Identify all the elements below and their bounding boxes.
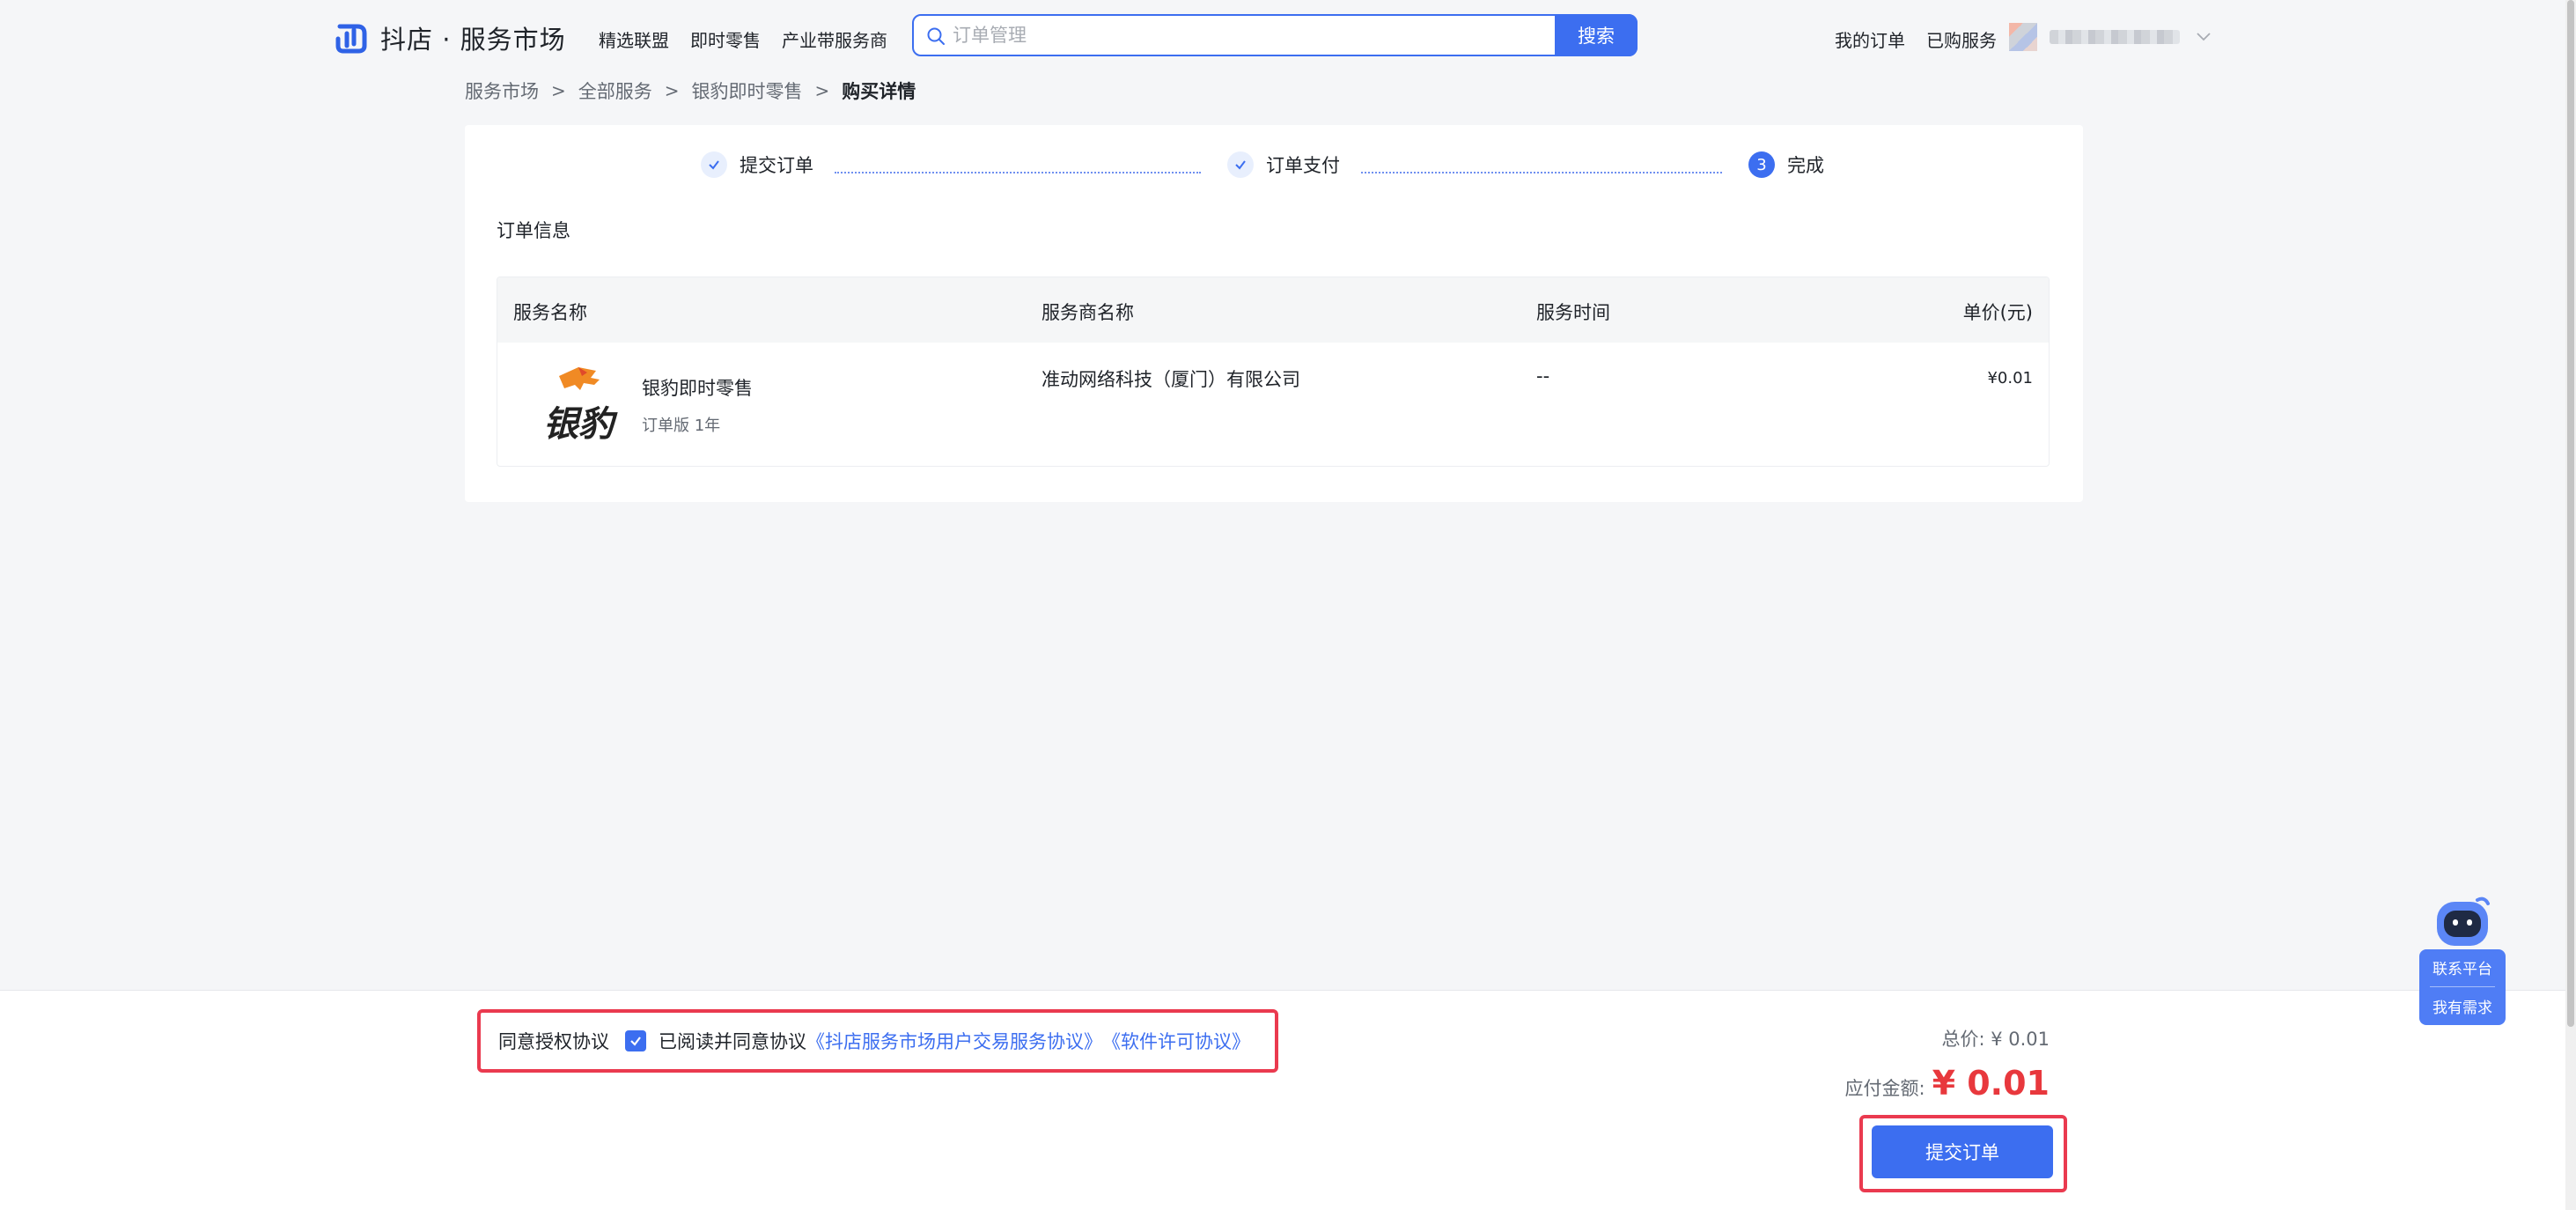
- doudian-logo[interactable]: 抖店 · 服务市场: [335, 19, 566, 56]
- breadcrumb-separator: >: [814, 80, 830, 101]
- breadcrumb-current: 购买详情: [842, 81, 916, 102]
- software-license-link[interactable]: 《软件许可协议》: [1102, 1028, 1250, 1054]
- search-button[interactable]: 搜索: [1555, 14, 1638, 56]
- header-right-links: 我的订单 已购服务: [1835, 26, 1997, 52]
- submit-order-button[interactable]: 提交订单: [1872, 1125, 2053, 1178]
- search-input[interactable]: [953, 16, 1586, 55]
- breadcrumb-separator: >: [664, 80, 680, 101]
- top-nav: 精选联盟 即时零售 产业带服务商: [599, 26, 887, 52]
- doudian-logo-icon: [335, 24, 367, 54]
- order-card: 提交订单 订单支付 3 完成 订单信息 服务名称 服务商名称 服务时间 单价(元…: [465, 125, 2083, 502]
- step-label: 完成: [1787, 155, 1824, 176]
- nav-instant-retail[interactable]: 即时零售: [690, 26, 761, 52]
- checkout-bar: [0, 990, 2565, 1210]
- agreement-section: 同意授权协议 已阅读并同意协议 《抖店服务市场用户交易服务协议》 《软件许可协议…: [477, 1009, 1278, 1073]
- order-table: 服务名称 服务商名称 服务时间 单价(元) 银豹 银豹即时零售 订单版 1年 准…: [497, 277, 2050, 467]
- search-icon: [927, 27, 945, 45]
- payable-label: 应付金额:: [1844, 1078, 1925, 1099]
- check-icon: [701, 151, 727, 178]
- nav-industry-provider[interactable]: 产业带服务商: [782, 26, 887, 52]
- scrollbar-thumb[interactable]: [2567, 0, 2574, 1027]
- chevron-down-icon[interactable]: [2196, 30, 2212, 42]
- column-service-name: 服务名称: [513, 302, 587, 323]
- user-name-redacted[interactable]: [2050, 30, 2180, 44]
- service-edition: 订单版 1年: [642, 417, 721, 435]
- step-connector: [835, 172, 1201, 173]
- search-box: [912, 14, 1638, 56]
- column-unit-price: 单价(元): [1962, 302, 2033, 323]
- step-connector: [1361, 172, 1722, 173]
- service-name: 银豹即时零售: [642, 378, 753, 399]
- check-icon: [1227, 151, 1254, 178]
- nav-selected-alliance[interactable]: 精选联盟: [599, 26, 669, 52]
- assistant-panel: 联系平台 我有需求: [2419, 949, 2506, 1025]
- check-icon: [630, 1037, 641, 1046]
- step-order-payment: 订单支付: [1227, 151, 1340, 178]
- step-label: 提交订单: [740, 155, 813, 176]
- column-vendor: 服务商名称: [1041, 302, 1134, 323]
- vendor-name: 准动网络科技（厦门）有限公司: [1041, 369, 1300, 390]
- user-trade-agreement-link[interactable]: 《抖店服务市场用户交易服务协议》: [806, 1028, 1102, 1054]
- avatar[interactable]: [2009, 23, 2037, 51]
- agreement-checkbox[interactable]: [625, 1030, 646, 1051]
- step-label: 订单支付: [1266, 155, 1340, 176]
- purchased-services-link[interactable]: 已购服务: [1926, 26, 1997, 52]
- top-header: 抖店 · 服务市场 精选联盟 即时零售 产业带服务商 搜索 我的订单 已购服务: [0, 0, 2576, 74]
- table-header: 服务名称 服务商名称 服务时间 单价(元): [497, 277, 2049, 343]
- service-time: --: [1536, 365, 1550, 387]
- assistant-divider: [2430, 986, 2495, 987]
- step-number: 3: [1748, 151, 1775, 178]
- breadcrumb-separator: >: [551, 80, 566, 101]
- robot-assistant-icon[interactable]: [2432, 895, 2493, 951]
- payable-amount: ¥ 0.01: [1932, 1064, 2050, 1103]
- section-title: 订单信息: [497, 220, 570, 241]
- agreement-text: 已阅读并同意协议: [659, 1031, 806, 1052]
- breadcrumb-all-services[interactable]: 全部服务: [578, 77, 652, 104]
- yinbao-logo: 银豹: [543, 367, 618, 445]
- contact-platform-button[interactable]: 联系平台: [2419, 956, 2506, 978]
- breadcrumb-yinbao-retail[interactable]: 银豹即时零售: [692, 77, 803, 104]
- breadcrumb-service-market[interactable]: 服务市场: [465, 77, 539, 104]
- breadcrumb: 服务市场 > 全部服务 > 银豹即时零售 > 购买详情: [465, 77, 916, 104]
- agreement-title: 同意授权协议: [498, 1031, 609, 1052]
- total-price: 总价: ¥ 0.01: [1941, 1029, 2050, 1050]
- my-needs-button[interactable]: 我有需求: [2419, 995, 2506, 1017]
- unit-price: ¥0.01: [1987, 369, 2033, 387]
- step-complete: 3 完成: [1748, 151, 1824, 178]
- my-orders-link[interactable]: 我的订单: [1835, 26, 1905, 52]
- svg-text:银豹: 银豹: [543, 404, 618, 445]
- payable-amount-row: 应付金额: ¥ 0.01: [1844, 1064, 2050, 1103]
- step-submit-order: 提交订单: [701, 151, 813, 178]
- order-steps: 提交订单 订单支付 3 完成: [465, 151, 2083, 187]
- logo-text: 抖店 · 服务市场: [380, 25, 566, 55]
- column-service-time: 服务时间: [1536, 302, 1610, 323]
